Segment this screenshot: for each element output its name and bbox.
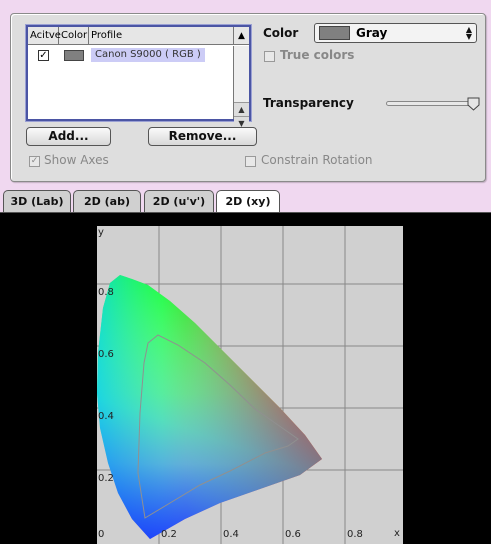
tab-3d-lab[interactable]: 3D (Lab) <box>3 190 71 212</box>
settings-panel: Acitve Color Profile ▲ ✓ Canon S9000 ( R… <box>10 13 486 182</box>
y-tick-label: 0.8 <box>98 287 114 298</box>
tab-2d-ab[interactable]: 2D (ab) <box>73 190 141 212</box>
transparency-label: Transparency <box>263 96 354 110</box>
profile-list[interactable]: Acitve Color Profile ▲ ✓ Canon S9000 ( R… <box>26 25 251 130</box>
active-checkbox[interactable]: ✓ <box>38 49 49 61</box>
true-colors-label: True colors <box>280 48 355 62</box>
constrain-rotation-checkbox[interactable] <box>245 156 256 167</box>
x-tick-label: 0.6 <box>285 529 301 540</box>
show-axes-label: Show Axes <box>44 153 109 167</box>
y-axis-label: y <box>98 227 104 238</box>
slider-thumb-icon[interactable] <box>466 96 481 112</box>
header-active[interactable]: Acitve <box>28 27 61 45</box>
color-label: Color <box>263 26 299 40</box>
view-tabs: 3D (Lab) 2D (ab) 2D (u'v') 2D (xy) <box>0 190 491 213</box>
list-header: Acitve Color Profile ▲ <box>28 27 249 45</box>
remove-button[interactable]: Remove... <box>148 127 257 146</box>
x-tick-label: 0.8 <box>347 529 363 540</box>
sort-icon[interactable]: ▲ <box>233 27 249 45</box>
constrain-rotation-label: Constrain Rotation <box>261 153 373 167</box>
y-tick-label: 0.4 <box>98 411 114 422</box>
true-colors-checkbox[interactable] <box>264 51 275 62</box>
x-tick-label: 0 <box>98 529 104 540</box>
select-arrows-icon: ▲ ▼ <box>465 25 473 41</box>
color-select[interactable]: Gray ▲ ▼ <box>314 23 477 43</box>
x-tick-label: 0.4 <box>223 529 239 540</box>
scroll-up-icon[interactable]: ▲ <box>234 102 249 116</box>
header-profile[interactable]: Profile <box>89 27 233 45</box>
transparency-slider[interactable] <box>386 101 474 106</box>
color-select-value: Gray <box>356 26 388 40</box>
y-tick-label: 0.6 <box>98 349 114 360</box>
show-axes-checkbox[interactable]: ✓ <box>29 156 40 167</box>
profile-name: Canon S9000 ( RGB ) <box>91 48 205 62</box>
add-button[interactable]: Add... <box>26 127 111 146</box>
list-scrollbar[interactable]: ▲ ▼ <box>233 46 249 130</box>
tab-2d-xy[interactable]: 2D (xy) <box>216 190 280 213</box>
x-axis-label: x <box>394 528 400 539</box>
x-tick-label: 0.2 <box>161 529 177 540</box>
color-select-swatch <box>319 26 350 40</box>
tab-2d-uv[interactable]: 2D (u'v') <box>144 190 214 212</box>
header-color[interactable]: Color <box>59 27 89 45</box>
list-item[interactable]: ✓ Canon S9000 ( RGB ) <box>28 46 235 64</box>
color-swatch[interactable] <box>64 49 84 61</box>
y-tick-label: 0.2 <box>98 473 114 484</box>
chromaticity-diagram: y x 0 0.2 0.4 0.6 0.8 0.2 0.4 0.6 0.8 <box>97 226 403 544</box>
chromaticity-plot[interactable]: y x 0 0.2 0.4 0.6 0.8 0.2 0.4 0.6 0.8 <box>0 213 491 544</box>
